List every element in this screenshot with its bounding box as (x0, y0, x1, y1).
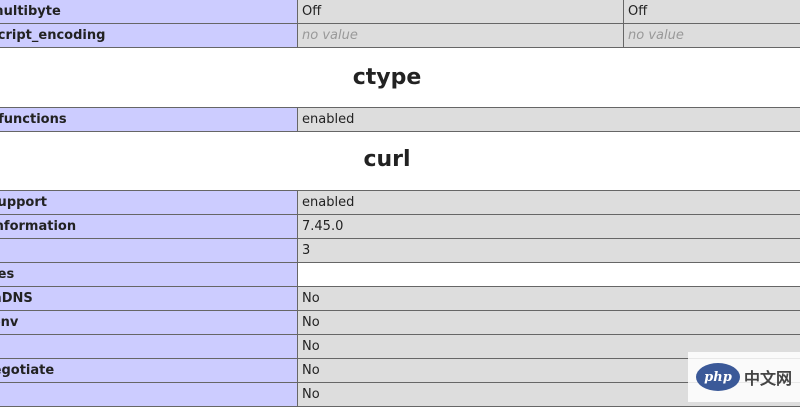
directive-name: ynchDNS (0, 287, 298, 311)
directive-value: 3 (298, 239, 800, 263)
directive-name: e (0, 239, 298, 263)
directive-name: ype functions (0, 108, 298, 132)
directive-value (298, 263, 800, 287)
table-row: oug No (0, 335, 800, 359)
directive-name: ed.script_encoding (0, 24, 298, 48)
directive-value: 7.45.0 (298, 215, 800, 239)
directive-name: ed.multibyte (0, 0, 298, 24)
directive-name: S-Negotiate (0, 359, 298, 383)
directive-name: atures (0, 263, 298, 287)
table-row: ynchDNS No (0, 287, 800, 311)
table-row: ed.script_encoding no value no value (0, 24, 800, 48)
table-row: arConv No (0, 311, 800, 335)
local-value: Off (298, 0, 624, 24)
php-logo-icon: php (696, 363, 740, 391)
directive-value: No (298, 311, 800, 335)
table-row: l No (0, 383, 800, 407)
table-row: S-Negotiate No (0, 359, 800, 383)
watermark-site-text: 中文网 (744, 365, 792, 389)
phpinfo-page: ed.multibyte Off Off ed.script_encoding … (0, 0, 800, 407)
directive-name: RL Information (0, 215, 298, 239)
local-value: no value (298, 24, 624, 48)
ctype-table: ype functions enabled (0, 107, 800, 132)
table-row: atures (0, 263, 800, 287)
table-row: RL support enabled (0, 191, 800, 215)
no-value-text: no value (302, 28, 358, 43)
directive-name: l (0, 383, 298, 407)
directive-name: RL support (0, 191, 298, 215)
php-cn-watermark: php 中文网 (688, 352, 800, 402)
no-value-text: no value (628, 28, 684, 43)
directive-value: enabled (298, 108, 800, 132)
table-row: ed.multibyte Off Off (0, 0, 800, 24)
section-heading-ctype: ctype (0, 48, 800, 107)
master-value: no value (624, 24, 800, 48)
directive-value: enabled (298, 191, 800, 215)
directive-value: No (298, 287, 800, 311)
section-heading-curl: curl (0, 132, 800, 190)
mbstring-directives-table: ed.multibyte Off Off ed.script_encoding … (0, 0, 800, 48)
directive-name: arConv (0, 311, 298, 335)
table-row: e 3 (0, 239, 800, 263)
table-row: RL Information 7.45.0 (0, 215, 800, 239)
directive-name: oug (0, 335, 298, 359)
master-value: Off (624, 0, 800, 24)
table-row: ype functions enabled (0, 108, 800, 132)
curl-table: RL support enabled RL Information 7.45.0… (0, 190, 800, 407)
